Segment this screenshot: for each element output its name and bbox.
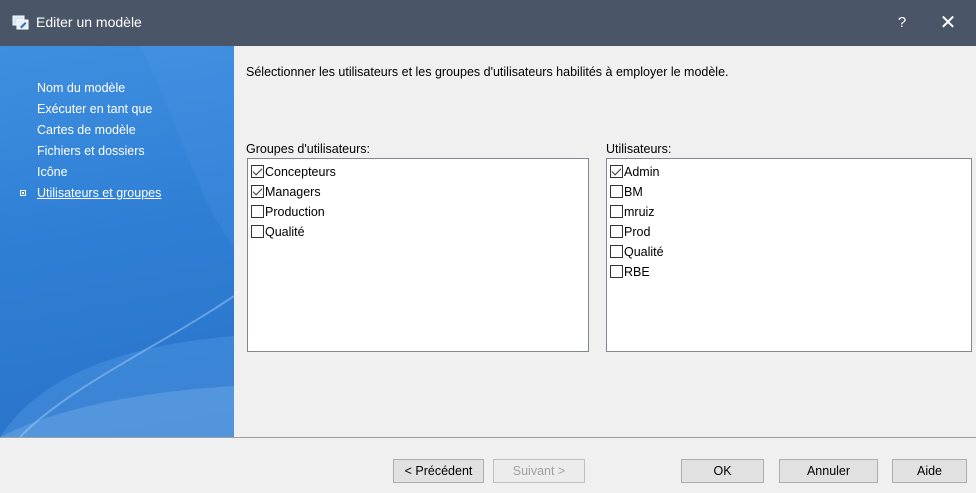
users-label: Utilisateurs: xyxy=(606,142,672,156)
cancel-button[interactable]: Annuler xyxy=(779,459,878,483)
user-row-mruiz[interactable]: mruiz xyxy=(607,203,971,223)
help-button[interactable]: Aide xyxy=(892,459,967,483)
active-bullet-icon xyxy=(20,190,26,196)
help-title-button[interactable]: ? xyxy=(888,12,916,34)
checkbox[interactable] xyxy=(251,165,264,179)
user-row-admin[interactable]: Admin xyxy=(607,163,971,183)
instruction-text: Sélectionner les utilisateurs et les gro… xyxy=(246,65,729,79)
close-button[interactable]: ✕ xyxy=(928,8,968,38)
user-row-qualite[interactable]: Qualité xyxy=(607,243,971,263)
user-row-bm[interactable]: BM xyxy=(607,183,971,203)
template-edit-icon xyxy=(12,15,29,30)
group-row-qualite[interactable]: Qualité xyxy=(248,223,588,243)
user-row-prod[interactable]: Prod xyxy=(607,223,971,243)
checkbox[interactable] xyxy=(610,185,623,199)
nav-item-run-as[interactable]: Exécuter en tant que xyxy=(0,99,234,120)
checkbox[interactable] xyxy=(610,245,623,259)
wizard-nav: Nom du modèle Exécuter en tant que Carte… xyxy=(0,78,234,204)
groups-label: Groupes d'utilisateurs: xyxy=(246,142,370,156)
checkbox[interactable] xyxy=(610,225,623,239)
nav-item-files-folders[interactable]: Fichiers et dossiers xyxy=(0,141,234,162)
group-row-managers[interactable]: Managers xyxy=(248,183,588,203)
groups-listbox[interactable]: Concepteurs Managers Production Qualité xyxy=(247,158,589,352)
previous-button[interactable]: < Précédent xyxy=(393,459,484,483)
nav-item-icon[interactable]: Icône xyxy=(0,162,234,183)
checkbox[interactable] xyxy=(610,265,623,279)
window-title: Editer un modèle xyxy=(36,14,142,30)
users-listbox[interactable]: Admin BM mruiz Prod Qualité RBE xyxy=(606,158,972,352)
checkbox[interactable] xyxy=(610,205,623,219)
group-row-production[interactable]: Production xyxy=(248,203,588,223)
checkbox[interactable] xyxy=(251,205,264,219)
nav-item-model-maps[interactable]: Cartes de modèle xyxy=(0,120,234,141)
group-row-concepteurs[interactable]: Concepteurs xyxy=(248,163,588,183)
checkbox[interactable] xyxy=(610,165,623,179)
checkbox[interactable] xyxy=(251,185,264,199)
checkbox[interactable] xyxy=(251,225,264,239)
next-button[interactable]: Suivant > xyxy=(493,459,585,483)
nav-item-users-groups[interactable]: Utilisateurs et groupes xyxy=(0,183,234,204)
content-panel: Sélectionner les utilisateurs et les gro… xyxy=(234,46,976,437)
nav-item-model-name[interactable]: Nom du modèle xyxy=(0,78,234,99)
ok-button[interactable]: OK xyxy=(681,459,764,483)
title-bar: Editer un modèle ? ✕ xyxy=(0,0,976,46)
dialog-footer: < Précédent Suivant > OK Annuler Aide xyxy=(0,438,976,493)
user-row-rbe[interactable]: RBE xyxy=(607,263,971,283)
wizard-sidebar: Nom du modèle Exécuter en tant que Carte… xyxy=(0,46,234,437)
